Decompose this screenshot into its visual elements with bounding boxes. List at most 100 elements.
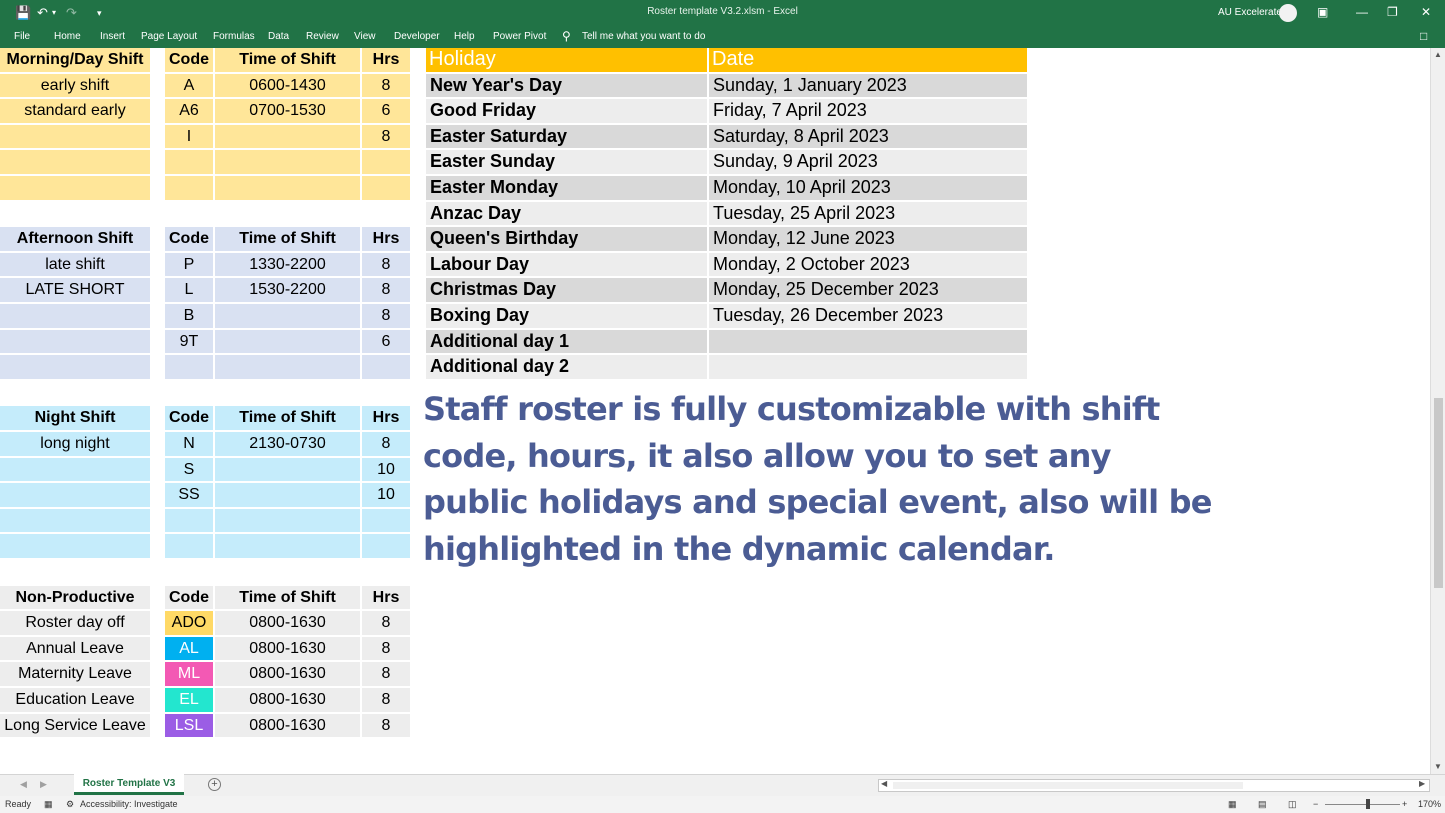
holiday-date-cell[interactable]: Monday, 25 December 2023 (709, 278, 1027, 302)
holiday-date-cell[interactable] (709, 355, 1027, 379)
leave-name-cell[interactable]: Maternity Leave (0, 662, 150, 686)
shift-time-cell[interactable] (215, 483, 360, 507)
shift-name-cell[interactable] (0, 483, 150, 507)
tab-home[interactable]: Home (54, 31, 81, 42)
shift-code-cell[interactable]: B (165, 304, 213, 328)
prev-sheet-icon[interactable]: ◀ (20, 779, 27, 790)
leave-hrs-cell[interactable]: 8 (362, 713, 410, 738)
ribbon-display-icon[interactable]: ▣ (1317, 3, 1328, 21)
scroll-up-icon[interactable]: ▲ (1434, 50, 1442, 59)
morning-shift-title[interactable]: Morning/Day Shift (0, 48, 150, 72)
holiday-date-cell[interactable]: Monday, 10 April 2023 (709, 176, 1027, 200)
shift-code-cell[interactable]: 9T (165, 329, 213, 354)
normal-view-icon[interactable]: ▦ (1228, 799, 1237, 810)
shift-code-cell[interactable] (165, 150, 213, 174)
shift-code-cell[interactable] (165, 176, 213, 200)
zoom-in-icon[interactable]: + (1402, 799, 1407, 809)
zoom-out-icon[interactable]: − (1313, 799, 1318, 809)
code-header[interactable]: Code (165, 227, 213, 251)
next-sheet-icon[interactable]: ▶ (40, 779, 47, 790)
worksheet-grid[interactable]: Morning/Day Shift Code Time of Shift Hrs… (0, 48, 1430, 774)
holiday-date-cell[interactable]: Sunday, 1 January 2023 (709, 73, 1027, 98)
time-header[interactable]: Time of Shift (215, 48, 360, 72)
tab-developer[interactable]: Developer (394, 31, 440, 42)
night-shift-title[interactable]: Night Shift (0, 406, 150, 430)
leave-hrs-cell[interactable]: 8 (362, 636, 410, 661)
holiday-name-cell[interactable]: Labour Day (426, 252, 707, 277)
shift-hrs-cell[interactable] (362, 355, 410, 379)
zoom-level[interactable]: 170% (1418, 799, 1441, 809)
leave-time-cell[interactable]: 0800-1630 (215, 662, 360, 686)
shift-code-cell[interactable] (165, 355, 213, 379)
shift-time-cell[interactable] (215, 176, 360, 200)
shift-code-cell[interactable]: I (165, 124, 213, 149)
shift-name-cell[interactable]: late shift (0, 252, 150, 277)
shift-time-cell[interactable]: 2130-0730 (215, 432, 360, 456)
shift-code-cell[interactable]: A (165, 73, 213, 98)
scroll-right-icon[interactable]: ▶ (1419, 779, 1425, 788)
close-icon[interactable]: ✕ (1421, 3, 1431, 21)
tell-me-search[interactable]: Tell me what you want to do (582, 31, 705, 42)
shift-hrs-cell[interactable]: 6 (362, 329, 410, 354)
shift-time-cell[interactable] (215, 457, 360, 482)
zoom-slider[interactable] (1325, 804, 1400, 805)
shift-name-cell[interactable] (0, 457, 150, 482)
scroll-down-icon[interactable]: ▼ (1434, 762, 1442, 771)
macro-record-icon[interactable]: ▦ (44, 799, 53, 810)
shift-hrs-cell[interactable] (362, 534, 410, 558)
holiday-date-cell[interactable]: Friday, 7 April 2023 (709, 99, 1027, 123)
shift-hrs-cell[interactable]: 8 (362, 304, 410, 328)
shift-hrs-cell[interactable]: 8 (362, 124, 410, 149)
shift-hrs-cell[interactable]: 10 (362, 483, 410, 507)
shift-name-cell[interactable]: long night (0, 432, 150, 456)
tab-page-layout[interactable]: Page Layout (141, 31, 197, 42)
shift-hrs-cell[interactable]: 6 (362, 99, 410, 123)
page-layout-view-icon[interactable]: ▤ (1258, 799, 1267, 810)
holiday-date-cell[interactable]: Saturday, 8 April 2023 (709, 124, 1027, 149)
shift-hrs-cell[interactable]: 8 (362, 252, 410, 277)
shift-name-cell[interactable]: LATE SHORT (0, 278, 150, 302)
shift-time-cell[interactable] (215, 150, 360, 174)
holiday-name-cell[interactable]: Good Friday (426, 99, 707, 123)
shift-name-cell[interactable] (0, 329, 150, 354)
hrs-header[interactable]: Hrs (362, 585, 410, 610)
shift-hrs-cell[interactable] (362, 176, 410, 200)
leave-code-cell[interactable]: ML (165, 662, 213, 686)
shift-code-cell[interactable]: A6 (165, 99, 213, 123)
leave-hrs-cell[interactable]: 8 (362, 662, 410, 686)
leave-time-cell[interactable]: 0800-1630 (215, 611, 360, 635)
scroll-left-icon[interactable]: ◀ (881, 779, 887, 788)
page-break-view-icon[interactable]: ◫ (1288, 799, 1297, 810)
shift-time-cell[interactable] (215, 124, 360, 149)
shift-time-cell[interactable] (215, 329, 360, 354)
leave-name-cell[interactable]: Roster day off (0, 611, 150, 635)
holiday-date-cell[interactable]: Sunday, 9 April 2023 (709, 150, 1027, 174)
avatar[interactable] (1279, 4, 1297, 22)
restore-icon[interactable]: ❐ (1387, 3, 1398, 21)
shift-code-cell[interactable] (165, 534, 213, 558)
shift-name-cell[interactable]: standard early (0, 99, 150, 123)
leave-code-cell[interactable]: EL (165, 688, 213, 712)
add-sheet-icon[interactable]: + (208, 778, 221, 791)
sheet-tab-roster-template[interactable]: Roster Template V3 (74, 774, 184, 795)
code-header[interactable]: Code (165, 48, 213, 72)
shift-code-cell[interactable]: P (165, 252, 213, 277)
horizontal-scrollbar[interactable]: ◀ ▶ (878, 779, 1430, 792)
leave-time-cell[interactable]: 0800-1630 (215, 688, 360, 712)
shift-code-cell[interactable]: L (165, 278, 213, 302)
shift-name-cell[interactable] (0, 534, 150, 558)
tab-review[interactable]: Review (306, 31, 339, 42)
shift-hrs-cell[interactable]: 8 (362, 432, 410, 456)
minimize-icon[interactable]: — (1356, 3, 1368, 21)
shift-code-cell[interactable]: SS (165, 483, 213, 507)
shift-name-cell[interactable] (0, 124, 150, 149)
leave-name-cell[interactable]: Long Service Leave (0, 713, 150, 738)
vertical-scrollbar[interactable]: ▲ ▼ (1430, 48, 1445, 774)
hrs-header[interactable]: Hrs (362, 406, 410, 430)
tab-help[interactable]: Help (454, 31, 475, 42)
leave-time-cell[interactable]: 0800-1630 (215, 713, 360, 738)
tab-file[interactable]: File (14, 31, 30, 42)
shift-time-cell[interactable] (215, 534, 360, 558)
hrs-header[interactable]: Hrs (362, 48, 410, 72)
shift-time-cell[interactable] (215, 508, 360, 533)
